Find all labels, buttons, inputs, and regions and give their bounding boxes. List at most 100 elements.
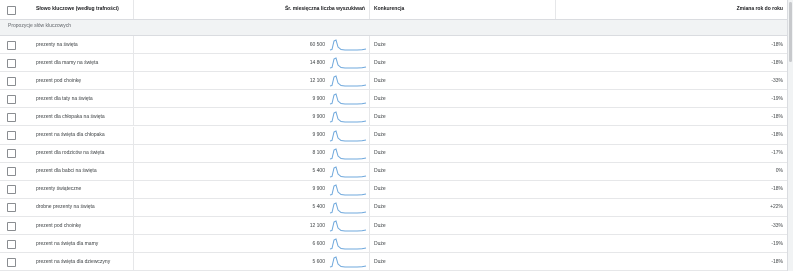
row-checkbox[interactable] bbox=[7, 203, 16, 213]
table-row[interactable]: prezent dla taty na święta 9 900 Duże -19% bbox=[0, 90, 787, 109]
volume-cell: 60 500 bbox=[134, 36, 370, 54]
row-checkbox[interactable] bbox=[7, 185, 16, 195]
table-row[interactable]: prezent pod choinkę 12 100 Duże -33% bbox=[0, 72, 787, 91]
header-keyword-cell[interactable]: Słowo kluczowe (według trafności) bbox=[22, 0, 134, 19]
scrollbar-thumb[interactable] bbox=[789, 2, 792, 62]
keyword-text: prezent dla mamy na święta bbox=[36, 59, 99, 66]
trend-sparkline-icon[interactable] bbox=[329, 165, 367, 179]
trend-sparkline-icon[interactable] bbox=[329, 147, 367, 161]
trend-sparkline-icon[interactable] bbox=[329, 219, 367, 233]
vertical-scrollbar[interactable] bbox=[788, 0, 793, 271]
yoy-cell: -17% bbox=[556, 145, 787, 162]
competition-value: Duże bbox=[374, 41, 386, 48]
yoy-value: -18% bbox=[771, 132, 783, 139]
volume-cell: 5 400 bbox=[134, 198, 370, 216]
header-competition-cell[interactable]: Konkurencja bbox=[370, 0, 556, 19]
keyword-text: prezenty na święta bbox=[36, 41, 78, 48]
volume-value: 12 100 bbox=[309, 222, 325, 229]
keyword-text: prezent na święta dla chłopaka bbox=[36, 132, 105, 139]
header-volume-cell[interactable]: Śr. miesięczna liczba wyszukiwań bbox=[134, 0, 370, 19]
competition-value: Duże bbox=[374, 186, 386, 193]
table-row[interactable]: prezenty na święta 60 500 Duże -18% bbox=[0, 36, 787, 55]
yoy-value: -18% bbox=[771, 41, 783, 48]
competition-value: Duże bbox=[374, 77, 386, 84]
yoy-cell: -18% bbox=[556, 253, 787, 270]
trend-sparkline-icon[interactable] bbox=[329, 237, 367, 251]
keyword-cell: prezent na święta dla mamy bbox=[22, 235, 134, 253]
row-checkbox[interactable] bbox=[7, 167, 16, 177]
competition-cell: Duże bbox=[370, 108, 556, 125]
row-checkbox[interactable] bbox=[7, 149, 16, 159]
table-row[interactable]: drobne prezenty na święta 5 400 Duże +22% bbox=[0, 198, 787, 217]
competition-value: Duże bbox=[374, 150, 386, 157]
keyword-cell: prezent dla babci na święta bbox=[22, 162, 134, 180]
competition-cell: Duże bbox=[370, 163, 556, 180]
volume-cell: 8 100 bbox=[134, 144, 370, 162]
row-checkbox[interactable] bbox=[7, 239, 16, 249]
keyword-cell: prezent dla chłopaka na święta bbox=[22, 108, 134, 126]
table-row[interactable]: prezent dla chłopaka na święta 9 900 Duże -… bbox=[0, 108, 787, 127]
volume-cell: 9 900 bbox=[134, 108, 370, 126]
yoy-cell: -18% bbox=[556, 127, 787, 144]
row-checkbox[interactable] bbox=[7, 94, 16, 104]
header-volume-label: Śr. miesięczna liczba wyszukiwań bbox=[284, 6, 365, 12]
row-checkbox[interactable] bbox=[7, 112, 16, 122]
volume-value: 8 100 bbox=[312, 150, 325, 157]
competition-cell: Duże bbox=[370, 127, 556, 144]
competition-cell: Duże bbox=[370, 217, 556, 234]
table-row[interactable]: prezenty świąteczne 9 900 Duże -18% bbox=[0, 180, 787, 199]
trend-sparkline-icon[interactable] bbox=[329, 92, 367, 106]
trend-sparkline-icon[interactable] bbox=[329, 56, 367, 70]
trend-sparkline-icon[interactable] bbox=[329, 183, 367, 197]
table-row[interactable]: prezent na święta dla dziewczyny 5 600 Duż… bbox=[0, 253, 787, 271]
yoy-cell: -19% bbox=[556, 90, 787, 107]
volume-cell: 6 600 bbox=[134, 235, 370, 253]
keyword-text: prezent na święta dla mamy bbox=[36, 240, 99, 247]
table-row[interactable]: prezent na święta dla chłopaka 9 900 Duże -… bbox=[0, 126, 787, 145]
row-checkbox[interactable] bbox=[7, 76, 16, 86]
competition-value: Duże bbox=[374, 132, 386, 139]
row-checkbox-cell bbox=[0, 54, 22, 71]
select-all-checkbox[interactable] bbox=[7, 6, 16, 15]
table-row[interactable]: prezent dla rodziców na święta 8 100 Duże -… bbox=[0, 144, 787, 163]
volume-value: 5 400 bbox=[312, 204, 325, 211]
volume-value: 9 900 bbox=[312, 95, 325, 102]
keyword-text: prezent dla babci na święta bbox=[36, 168, 97, 175]
volume-cell: 12 100 bbox=[134, 72, 370, 90]
trend-sparkline-icon[interactable] bbox=[329, 74, 367, 88]
volume-value: 60 500 bbox=[309, 41, 325, 48]
trend-sparkline-icon[interactable] bbox=[329, 38, 367, 52]
trend-sparkline-icon[interactable] bbox=[329, 201, 367, 215]
row-checkbox[interactable] bbox=[7, 257, 16, 267]
competition-cell: Duże bbox=[370, 72, 556, 89]
volume-cell: 12 100 bbox=[134, 217, 370, 235]
row-checkbox[interactable] bbox=[7, 131, 16, 141]
trend-sparkline-icon[interactable] bbox=[329, 129, 367, 143]
yoy-value: -18% bbox=[771, 258, 783, 265]
trend-sparkline-icon[interactable] bbox=[329, 255, 367, 269]
volume-value: 5 600 bbox=[312, 258, 325, 265]
competition-value: Duże bbox=[374, 258, 386, 265]
keyword-text: prezent dla rodziców na święta bbox=[36, 150, 105, 157]
row-checkbox-cell bbox=[0, 163, 22, 180]
keyword-text: prezent dla taty na święta bbox=[36, 95, 93, 102]
table-row[interactable]: prezent pod choinkę 12 100 Duże -33% bbox=[0, 217, 787, 236]
table-row[interactable]: prezent na święta dla mamy 6 600 Duże -19% bbox=[0, 235, 787, 254]
yoy-cell: -19% bbox=[556, 235, 787, 252]
trend-sparkline-icon[interactable] bbox=[329, 110, 367, 124]
yoy-cell: -18% bbox=[556, 181, 787, 198]
keyword-cell: prezent dla mamy na święta bbox=[22, 54, 134, 72]
keyword-cell: prezenty na święta bbox=[22, 36, 134, 54]
row-checkbox-cell bbox=[0, 199, 22, 216]
row-checkbox[interactable] bbox=[7, 221, 16, 231]
header-checkbox-cell bbox=[0, 0, 22, 19]
volume-value: 6 600 bbox=[312, 240, 325, 247]
header-yoy-cell[interactable]: Zmiana rok do roku bbox=[556, 0, 787, 19]
competition-cell: Duże bbox=[370, 253, 556, 270]
row-checkbox[interactable] bbox=[7, 58, 16, 68]
volume-value: 5 400 bbox=[312, 168, 325, 175]
keyword-text: prezenty świąteczne bbox=[36, 186, 82, 193]
table-row[interactable]: prezent dla babci na święta 5 400 Duże 0% bbox=[0, 162, 787, 181]
table-row[interactable]: prezent dla mamy na święta 14 800 Duże -18% bbox=[0, 54, 787, 73]
row-checkbox[interactable] bbox=[7, 40, 16, 50]
